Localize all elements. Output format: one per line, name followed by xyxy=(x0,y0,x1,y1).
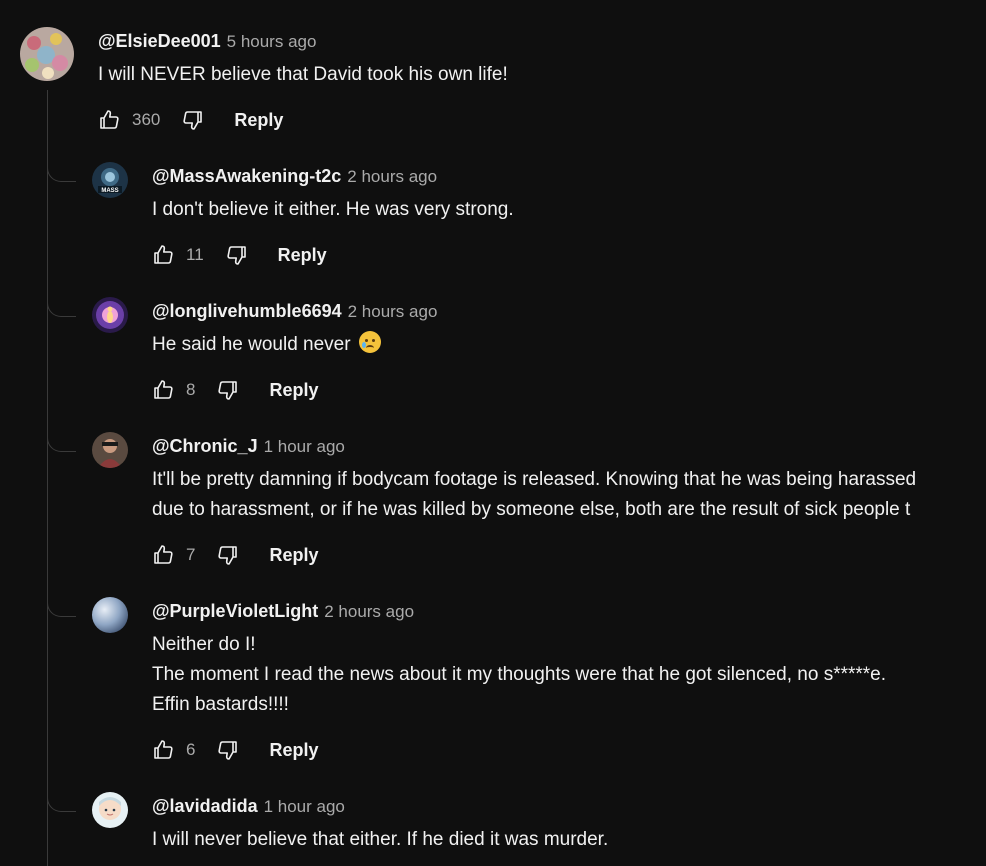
thumb-up-icon xyxy=(100,110,119,129)
comment-line: I will never believe that either. If he … xyxy=(152,829,609,850)
thread-connector xyxy=(47,793,76,812)
dislike-button[interactable] xyxy=(224,242,250,268)
reply-button[interactable]: Reply xyxy=(269,380,318,401)
like-count: 7 xyxy=(186,545,196,564)
comment-timestamp[interactable]: 2 hours ago xyxy=(324,602,414,621)
like-count: 11 xyxy=(186,245,204,264)
comment-author[interactable]: @PurpleVioletLight xyxy=(152,601,318,621)
comment-text: He said he would never xyxy=(152,330,381,360)
reply-button[interactable]: Reply xyxy=(278,245,327,266)
thumb-down-icon xyxy=(227,246,246,265)
reply-button[interactable]: Reply xyxy=(269,740,318,761)
dislike-button[interactable] xyxy=(215,377,241,403)
comment-timestamp[interactable]: 2 hours ago xyxy=(347,167,437,186)
avatar[interactable] xyxy=(92,597,128,633)
thumb-down-icon xyxy=(183,111,203,130)
dislike-button[interactable] xyxy=(180,107,206,133)
avatar[interactable] xyxy=(92,792,128,828)
thread-line xyxy=(47,90,48,866)
comment-timestamp[interactable]: 1 hour ago xyxy=(264,797,345,816)
like-count: 8 xyxy=(186,380,196,399)
like-button[interactable] xyxy=(150,377,176,403)
comment-line: due to harassment, or if he was killed b… xyxy=(152,499,911,520)
comment-text: I will never believe that either. If he … xyxy=(152,825,608,855)
dislike-button[interactable] xyxy=(215,542,241,568)
comment-timestamp[interactable]: 2 hours ago xyxy=(348,302,438,321)
thread-connector xyxy=(47,598,76,617)
comment-author[interactable]: @MassAwakening-t2c xyxy=(152,166,341,186)
like-button[interactable] xyxy=(96,107,122,133)
like-count: 6 xyxy=(186,740,196,759)
comment-text: It'll be pretty damning if bodycam foota… xyxy=(152,465,986,525)
comment-actions: 7 Reply xyxy=(150,541,319,569)
like-button[interactable] xyxy=(150,242,176,268)
thumb-down-icon xyxy=(218,741,238,760)
comment-line: Effin bastards!!!! xyxy=(152,694,289,715)
comment-line: It'll be pretty damning if bodycam foota… xyxy=(152,469,917,490)
thumb-up-icon xyxy=(154,740,173,759)
thread-connector xyxy=(47,163,76,182)
avatar[interactable] xyxy=(20,27,74,81)
comment-actions: 11 Reply xyxy=(150,241,327,269)
reply-button[interactable]: Reply xyxy=(269,545,318,566)
comment-line: I will NEVER believe that David took his… xyxy=(98,64,508,85)
avatar-label: MASS xyxy=(101,188,118,194)
like-count: 360 xyxy=(132,110,161,129)
like-button[interactable] xyxy=(150,542,176,568)
reply-button[interactable]: Reply xyxy=(234,110,283,131)
thread-connector xyxy=(47,433,76,452)
thumb-up-icon xyxy=(154,245,173,264)
thumb-up-icon xyxy=(154,545,173,564)
comment-author[interactable]: @ElsieDee001 xyxy=(98,31,221,51)
like-button[interactable] xyxy=(150,737,176,763)
avatar[interactable] xyxy=(92,432,128,468)
crying-face-emoji xyxy=(358,331,381,353)
thumb-down-icon xyxy=(218,381,238,400)
comment-actions: 6 Reply xyxy=(150,736,319,764)
comment-actions: 8 Reply xyxy=(150,376,319,404)
comment-line-text: He said he would never xyxy=(152,334,351,355)
avatar[interactable] xyxy=(92,297,128,333)
comment-text: I will NEVER believe that David took his… xyxy=(98,60,508,90)
comment-timestamp[interactable]: 1 hour ago xyxy=(264,437,345,456)
thumb-up-icon xyxy=(154,380,173,399)
comment-text: Neither do I! The moment I read the news… xyxy=(152,630,886,720)
comment-text: I don't believe it either. He was very s… xyxy=(152,195,514,225)
comment-actions: 360 Reply xyxy=(96,106,283,134)
comment-line: Neither do I! xyxy=(152,634,256,655)
comment-author[interactable]: @Chronic_J xyxy=(152,436,258,456)
comment-line: I don't believe it either. He was very s… xyxy=(152,199,514,220)
thumb-down-icon xyxy=(218,546,238,565)
comment-timestamp[interactable]: 5 hours ago xyxy=(227,32,317,51)
avatar[interactable]: MASS xyxy=(92,162,128,198)
thread-connector xyxy=(47,298,76,317)
comment-author[interactable]: @longlivehumble6694 xyxy=(152,301,342,321)
comment-author[interactable]: @lavidadida xyxy=(152,796,258,816)
comment-line: The moment I read the news about it my t… xyxy=(152,664,887,685)
comment-line: He said he would never xyxy=(152,330,381,360)
dislike-button[interactable] xyxy=(215,737,241,763)
